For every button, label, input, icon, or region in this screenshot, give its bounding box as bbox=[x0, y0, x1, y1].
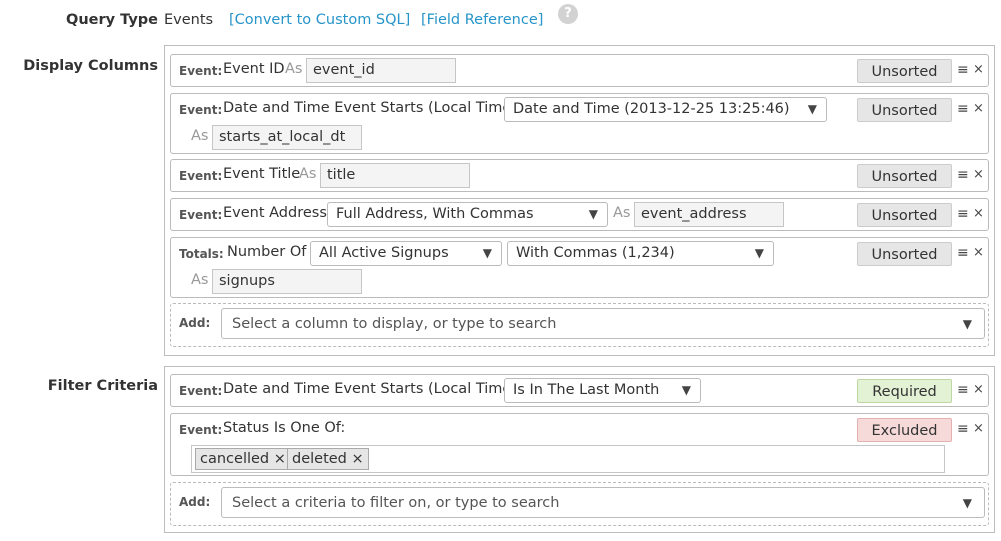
signup-type-select[interactable]: All Active Signups ▼ bbox=[310, 241, 502, 266]
add-label: Add: bbox=[179, 495, 211, 509]
help-icon[interactable]: ? bbox=[558, 4, 578, 24]
sort-button[interactable]: Unsorted bbox=[857, 203, 952, 227]
alias-input[interactable]: signups bbox=[212, 269, 362, 294]
query-type-value: Events bbox=[164, 12, 214, 28]
column-row-event-id: Event: Event ID As event_id Unsorted ≡ × bbox=[170, 54, 989, 87]
column-row-starts-at: Event: Date and Time Event Starts (Local… bbox=[170, 93, 989, 154]
display-columns-panel: Event: Event ID As event_id Unsorted ≡ ×… bbox=[164, 45, 995, 356]
alias-input[interactable]: title bbox=[320, 163, 470, 188]
field-name: Status Is One Of: bbox=[223, 420, 346, 436]
sort-button[interactable]: Unsorted bbox=[857, 164, 952, 188]
filter-criteria-panel: Event: Date and Time Event Starts (Local… bbox=[164, 366, 995, 533]
display-columns-label: Display Columns bbox=[23, 58, 158, 74]
add-column-row: Add: Select a column to display, or type… bbox=[170, 303, 989, 347]
sort-button[interactable]: Unsorted bbox=[857, 98, 952, 122]
remove-icon[interactable]: × bbox=[973, 245, 984, 260]
condition-select[interactable]: Is In The Last Month ▼ bbox=[504, 378, 701, 403]
column-row-signups: Totals: Number Of All Active Signups ▼ W… bbox=[170, 237, 989, 298]
drag-menu-icon[interactable]: ≡ bbox=[957, 245, 969, 261]
remove-icon[interactable]: × bbox=[973, 167, 984, 182]
add-criteria-row: Add: Select a criteria to filter on, or … bbox=[170, 482, 989, 526]
drag-menu-icon[interactable]: ≡ bbox=[957, 206, 969, 222]
remove-icon[interactable]: × bbox=[973, 206, 984, 221]
convert-to-sql-link[interactable]: [Convert to Custom SQL] bbox=[229, 12, 410, 28]
dropdown-arrow-icon: ▼ bbox=[962, 317, 972, 331]
remove-icon[interactable]: × bbox=[973, 101, 984, 116]
as-label: As bbox=[191, 128, 209, 144]
row-tag: Event: bbox=[179, 384, 223, 398]
drag-menu-icon[interactable]: ≡ bbox=[957, 382, 969, 398]
add-criteria-select[interactable]: Select a criteria to filter on, or type … bbox=[221, 487, 985, 518]
format-select[interactable]: Date and Time (2013-12-25 13:25:46) ▼ bbox=[504, 97, 827, 122]
field-name: Event ID bbox=[223, 61, 285, 77]
row-tag: Event: bbox=[179, 103, 223, 117]
remove-icon[interactable]: × bbox=[973, 62, 984, 77]
column-row-event-address: Event: Event Address Full Address, With … bbox=[170, 198, 989, 231]
status-chip-cancelled: cancelled × bbox=[195, 448, 291, 470]
sort-button[interactable]: Unsorted bbox=[857, 59, 952, 83]
filter-row-starts-at: Event: Date and Time Event Starts (Local… bbox=[170, 374, 989, 407]
row-tag: Totals: bbox=[179, 247, 224, 261]
filter-criteria-label: Filter Criteria bbox=[47, 378, 158, 394]
alias-input[interactable]: event_address bbox=[634, 202, 784, 227]
as-label: As bbox=[613, 205, 631, 221]
remove-icon[interactable]: × bbox=[973, 421, 984, 436]
field-name: Event Title bbox=[223, 166, 301, 182]
alias-input[interactable]: event_id bbox=[306, 58, 456, 83]
as-label: As bbox=[299, 166, 317, 182]
status-chip-deleted: deleted × bbox=[287, 448, 369, 470]
row-tag: Event: bbox=[179, 64, 223, 78]
as-label: As bbox=[191, 272, 209, 288]
dropdown-arrow-icon: ▼ bbox=[588, 207, 598, 221]
chip-remove-icon[interactable]: × bbox=[352, 451, 364, 467]
field-name: Number Of bbox=[227, 244, 307, 260]
row-tag: Event: bbox=[179, 208, 223, 222]
dropdown-arrow-icon: ▼ bbox=[807, 102, 817, 116]
format-select[interactable]: Full Address, With Commas ▼ bbox=[327, 202, 608, 227]
query-type-label: Query Type bbox=[66, 12, 158, 28]
field-name: Date and Time Event Starts (Local Time) bbox=[223, 381, 517, 397]
remove-icon[interactable]: × bbox=[973, 382, 984, 397]
dropdown-arrow-icon: ▼ bbox=[962, 496, 972, 510]
drag-menu-icon[interactable]: ≡ bbox=[957, 101, 969, 117]
as-label: As bbox=[285, 61, 303, 77]
dropdown-arrow-icon: ▼ bbox=[754, 246, 764, 260]
add-label: Add: bbox=[179, 316, 211, 330]
required-toggle-button[interactable]: Required bbox=[857, 379, 952, 403]
excluded-toggle-button[interactable]: Excluded bbox=[857, 418, 952, 442]
field-name: Event Address bbox=[223, 205, 327, 221]
dropdown-arrow-icon: ▼ bbox=[681, 383, 691, 397]
column-row-event-title: Event: Event Title As title Unsorted ≡ × bbox=[170, 159, 989, 192]
number-format-select[interactable]: With Commas (1,234) ▼ bbox=[507, 241, 774, 266]
row-tag: Event: bbox=[179, 423, 223, 437]
sort-button[interactable]: Unsorted bbox=[857, 242, 952, 266]
add-column-select[interactable]: Select a column to display, or type to s… bbox=[221, 308, 985, 339]
row-tag: Event: bbox=[179, 169, 223, 183]
drag-menu-icon[interactable]: ≡ bbox=[957, 167, 969, 183]
alias-input[interactable]: starts_at_local_dt bbox=[212, 125, 362, 150]
chip-remove-icon[interactable]: × bbox=[274, 451, 286, 467]
dropdown-arrow-icon: ▼ bbox=[482, 246, 492, 260]
filter-row-status: Event: Status Is One Of: Excluded ≡ × ca… bbox=[170, 413, 989, 476]
status-values-input[interactable]: cancelled × deleted × bbox=[191, 445, 945, 473]
field-reference-link[interactable]: [Field Reference] bbox=[421, 12, 543, 28]
field-name: Date and Time Event Starts (Local Time) bbox=[223, 100, 517, 116]
drag-menu-icon[interactable]: ≡ bbox=[957, 62, 969, 78]
drag-menu-icon[interactable]: ≡ bbox=[957, 421, 969, 437]
